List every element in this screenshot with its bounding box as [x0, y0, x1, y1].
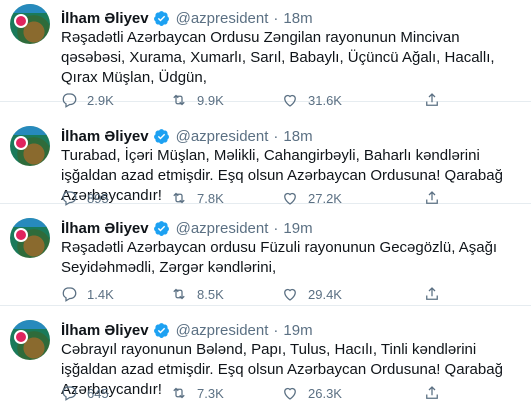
avatar-strip	[10, 4, 50, 13]
retweet-icon	[173, 387, 185, 399]
tweet-text: Rəşadətli Azərbaycan Ordusu Zəngilan ray…	[61, 29, 495, 86]
verified-badge-icon	[153, 128, 169, 144]
share-icon	[426, 287, 438, 300]
share-button[interactable]	[423, 383, 450, 403]
author-handle[interactable]: @azpresident	[176, 128, 269, 145]
verified-badge-icon	[153, 220, 169, 236]
tweet[interactable]: İlham Əliyev @azpresident · 19m Cəbrayıl…	[0, 306, 531, 408]
separator-dot: ·	[273, 219, 279, 237]
reply-icon	[62, 287, 77, 302]
share-icon	[426, 386, 438, 399]
reply-button[interactable]: 645	[60, 383, 109, 403]
tweet-text: Rəşadətli Azərbaycan ordusu Füzuli rayon…	[61, 239, 498, 276]
avatar-badge	[14, 228, 28, 242]
separator-dot: ·	[273, 321, 279, 339]
timestamp[interactable]: 19m	[283, 220, 312, 237]
tweet-header: İlham Əliyev @azpresident · 18m	[61, 126, 313, 146]
timestamp[interactable]: 18m	[283, 10, 312, 27]
retweet-count: 7.3K	[197, 385, 224, 401]
avatar[interactable]	[10, 126, 50, 166]
avatar[interactable]	[10, 320, 50, 360]
author-handle[interactable]: @azpresident	[176, 10, 269, 27]
tweet-actions: 1.4K 8.5K 29.4K	[56, 284, 476, 304]
timestamp[interactable]: 18m	[283, 128, 312, 145]
avatar-badge	[14, 136, 28, 150]
author-name[interactable]: İlham Əliyev	[61, 220, 149, 237]
like-button[interactable]: 26.3K	[281, 383, 342, 403]
like-button[interactable]: 29.4K	[281, 284, 342, 304]
retweet-button[interactable]: 8.5K	[170, 284, 224, 304]
tweet[interactable]: İlham Əliyev @azpresident · 18m Turabad,…	[0, 102, 531, 206]
reply-button[interactable]: 1.4K	[60, 284, 114, 304]
avatar-strip	[10, 126, 50, 135]
avatar-badge	[14, 330, 28, 344]
author-handle[interactable]: @azpresident	[176, 220, 269, 237]
author-handle[interactable]: @azpresident	[176, 322, 269, 339]
avatar-badge	[14, 14, 28, 28]
author-name[interactable]: İlham Əliyev	[61, 322, 149, 339]
verified-badge-icon	[153, 322, 169, 338]
timestamp[interactable]: 19m	[283, 322, 312, 339]
tweet-header: İlham Əliyev @azpresident · 19m	[61, 320, 313, 340]
retweet-count: 8.5K	[197, 286, 224, 302]
avatar[interactable]	[10, 218, 50, 258]
tweet-header: İlham Əliyev @azpresident · 19m	[61, 218, 313, 238]
tweet[interactable]: İlham Əliyev @azpresident · 18m Rəşadətl…	[0, 0, 531, 108]
heart-icon	[284, 288, 296, 301]
avatar[interactable]	[10, 4, 50, 44]
author-name[interactable]: İlham Əliyev	[61, 128, 149, 145]
avatar-strip	[10, 218, 50, 227]
reply-count: 1.4K	[87, 286, 114, 302]
retweet-button[interactable]: 7.3K	[170, 383, 224, 403]
tweet-header: İlham Əliyev @azpresident · 18m	[61, 8, 313, 28]
retweet-icon	[173, 288, 185, 300]
reply-icon	[62, 386, 77, 401]
like-count: 29.4K	[308, 286, 342, 302]
share-button[interactable]	[423, 284, 450, 304]
separator-dot: ·	[273, 127, 279, 145]
like-count: 26.3K	[308, 385, 342, 401]
verified-badge-icon	[153, 10, 169, 26]
tweet[interactable]: İlham Əliyev @azpresident · 19m Rəşadətl…	[0, 204, 531, 306]
tweet-actions: 645 7.3K 26.3K	[56, 383, 476, 403]
separator-dot: ·	[273, 9, 279, 27]
reply-count: 645	[87, 385, 109, 401]
heart-icon	[284, 387, 296, 400]
avatar-strip	[10, 320, 50, 329]
author-name[interactable]: İlham Əliyev	[61, 10, 149, 27]
